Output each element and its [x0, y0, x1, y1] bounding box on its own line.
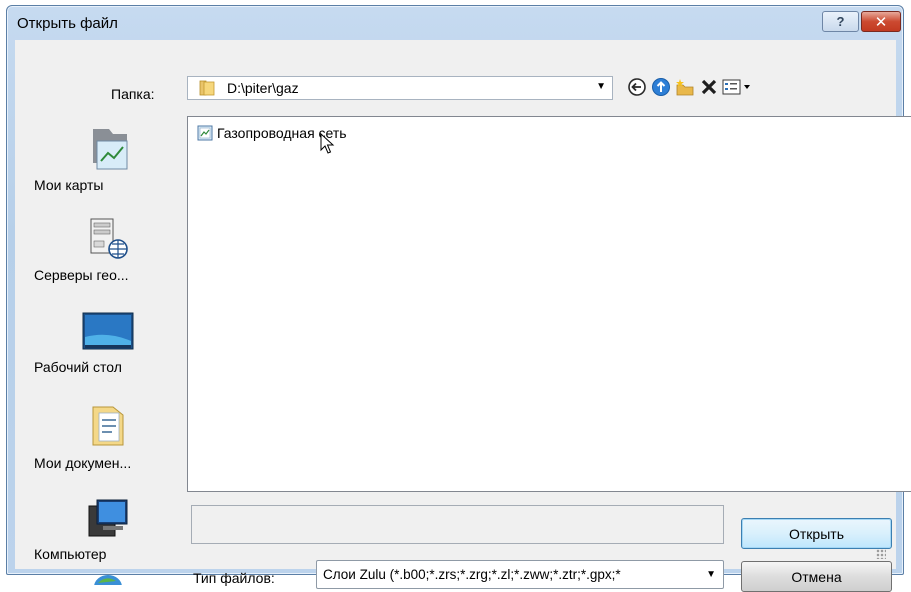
view-menu-icon: [722, 79, 750, 95]
file-list[interactable]: Газопроводная сеть: [187, 116, 911, 492]
place-my-maps[interactable]: Мои карты: [33, 123, 183, 193]
computer-icon: [88, 499, 128, 537]
open-button[interactable]: Открыть: [741, 518, 892, 549]
new-folder-icon: [676, 79, 694, 96]
back-button[interactable]: [626, 76, 648, 98]
place-network[interactable]: [33, 567, 183, 585]
chevron-down-icon: ▼: [706, 569, 716, 580]
place-computer[interactable]: Компьютер: [33, 496, 183, 562]
geo-servers-icon: [90, 218, 128, 259]
resize-grip[interactable]: [876, 549, 886, 559]
open-file-dialog: Открыть файл ? ✕ Папка: D:\piter\gaz ▼ М…: [6, 5, 911, 592]
new-folder-button[interactable]: [674, 76, 696, 98]
place-geo-servers[interactable]: Серверы гео...: [33, 213, 183, 283]
place-label: Серверы гео...: [34, 267, 129, 283]
network-globe-icon: [94, 575, 122, 585]
desktop-icon: [82, 312, 134, 350]
close-button[interactable]: ✕: [861, 11, 901, 32]
cancel-button[interactable]: Отмена: [741, 561, 892, 592]
folder-dropdown[interactable]: D:\piter\gaz ▼: [187, 76, 613, 100]
close-icon: ✕: [874, 13, 888, 31]
place-label: Мои карты: [34, 177, 104, 193]
place-label: Мои докумен...: [34, 455, 132, 471]
back-icon: [628, 78, 646, 96]
place-label: Рабочий стол: [34, 359, 122, 375]
my-documents-icon: [92, 406, 124, 446]
view-menu-button[interactable]: [722, 76, 756, 98]
mouse-cursor-icon: [320, 133, 335, 154]
folder-path: D:\piter\gaz: [227, 80, 299, 96]
up-folder-button[interactable]: [650, 76, 672, 98]
places-bar: Мои карты Серверы гео... Рабочий стол Мо…: [33, 115, 183, 585]
folder-icon: [199, 80, 215, 96]
filetype-label: Тип файлов:: [193, 570, 275, 586]
folder-label: Папка:: [111, 86, 155, 102]
folder-toolbar: [626, 74, 758, 100]
dialog-body: Папка: D:\piter\gaz ▼ Мои карты Серверы …: [15, 40, 911, 592]
filename-field[interactable]: [191, 505, 724, 544]
up-folder-icon: [652, 78, 670, 96]
place-desktop[interactable]: Рабочий стол: [33, 307, 183, 375]
filetype-value: Слои Zulu (*.b00;*.zrs;*.zrg;*.zl;*.zww;…: [323, 567, 621, 582]
map-file-icon: [197, 125, 213, 141]
delete-button[interactable]: [698, 76, 720, 98]
delete-icon: [701, 79, 717, 95]
my-maps-icon: [93, 129, 128, 170]
help-icon: ?: [836, 14, 845, 29]
place-my-documents[interactable]: Мои докумен...: [33, 399, 183, 471]
filetype-dropdown[interactable]: Слои Zulu (*.b00;*.zrs;*.zrg;*.zl;*.zww;…: [316, 560, 724, 589]
chevron-down-icon: ▼: [596, 81, 606, 92]
dialog-title: Открыть файл: [17, 15, 118, 32]
place-label: Компьютер: [34, 546, 107, 562]
help-button[interactable]: ?: [822, 11, 859, 32]
